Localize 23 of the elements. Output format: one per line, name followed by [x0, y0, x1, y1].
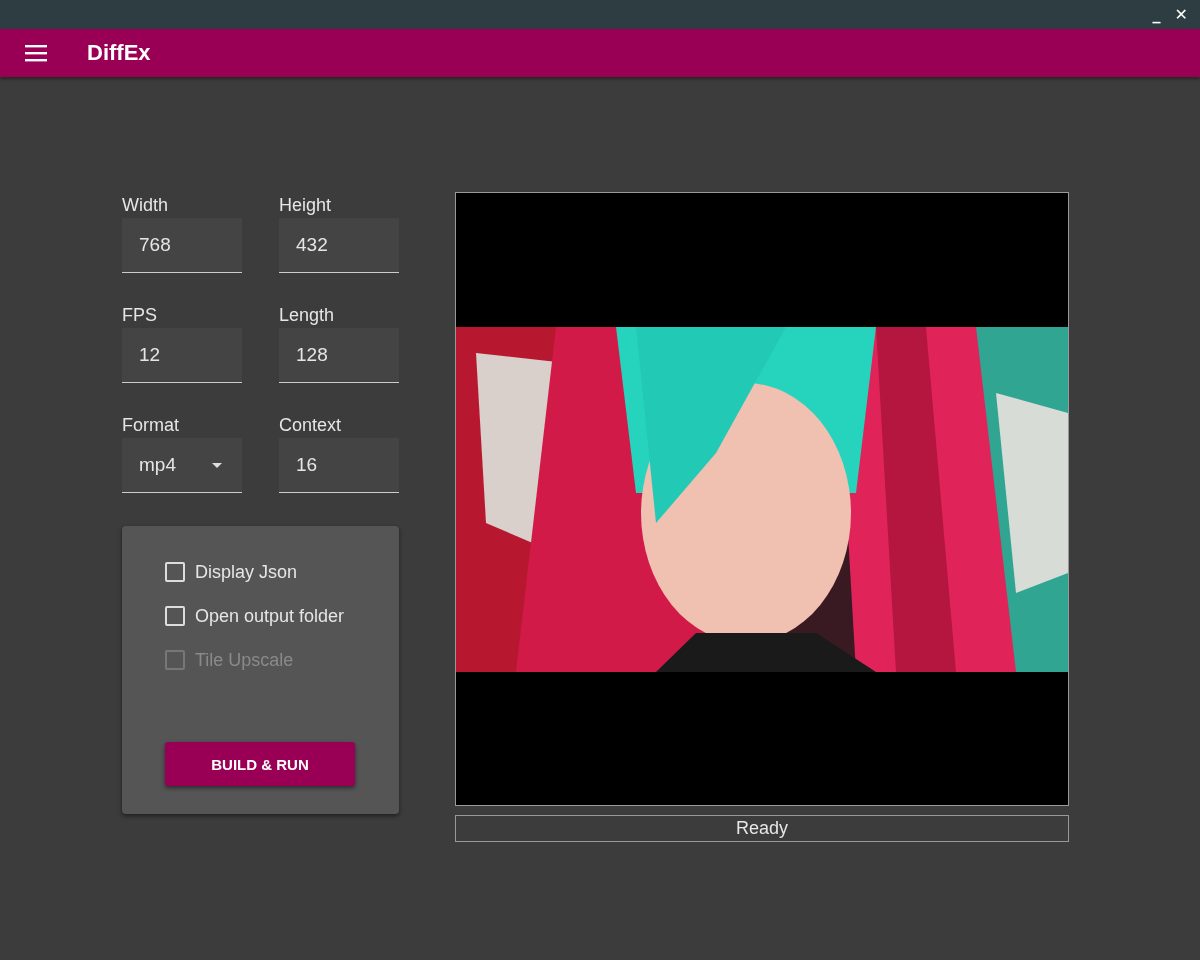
app-title: DiffEx: [87, 40, 151, 66]
minimize-button[interactable]: _: [1148, 5, 1165, 24]
field-label: Width: [122, 194, 169, 217]
format-dropdown[interactable]: mp4: [122, 438, 242, 493]
checkbox-label: Open output folder: [195, 605, 345, 627]
checkbox[interactable]: [165, 562, 185, 582]
input-field[interactable]: 16: [279, 438, 399, 493]
caret-icon: [212, 462, 222, 468]
build-run-button[interactable]: BUILD & RUN: [165, 742, 355, 786]
menu-icon[interactable]: [25, 44, 47, 62]
field-label: Format: [122, 414, 180, 437]
checkbox[interactable]: [165, 606, 185, 626]
input-field[interactable]: 432: [279, 218, 399, 273]
field-label: Height: [279, 194, 333, 217]
field-label: Length: [279, 304, 336, 327]
checkbox-label: Display Json: [195, 561, 298, 583]
input-field[interactable]: 768: [122, 218, 242, 273]
status-text: Ready: [455, 815, 1069, 842]
input-field[interactable]: 12: [122, 328, 242, 383]
close-button[interactable]: ✕: [1170, 5, 1192, 24]
input-field[interactable]: 128: [279, 328, 399, 383]
field-label: FPS: [122, 304, 158, 327]
field-label: Context: [279, 414, 343, 437]
